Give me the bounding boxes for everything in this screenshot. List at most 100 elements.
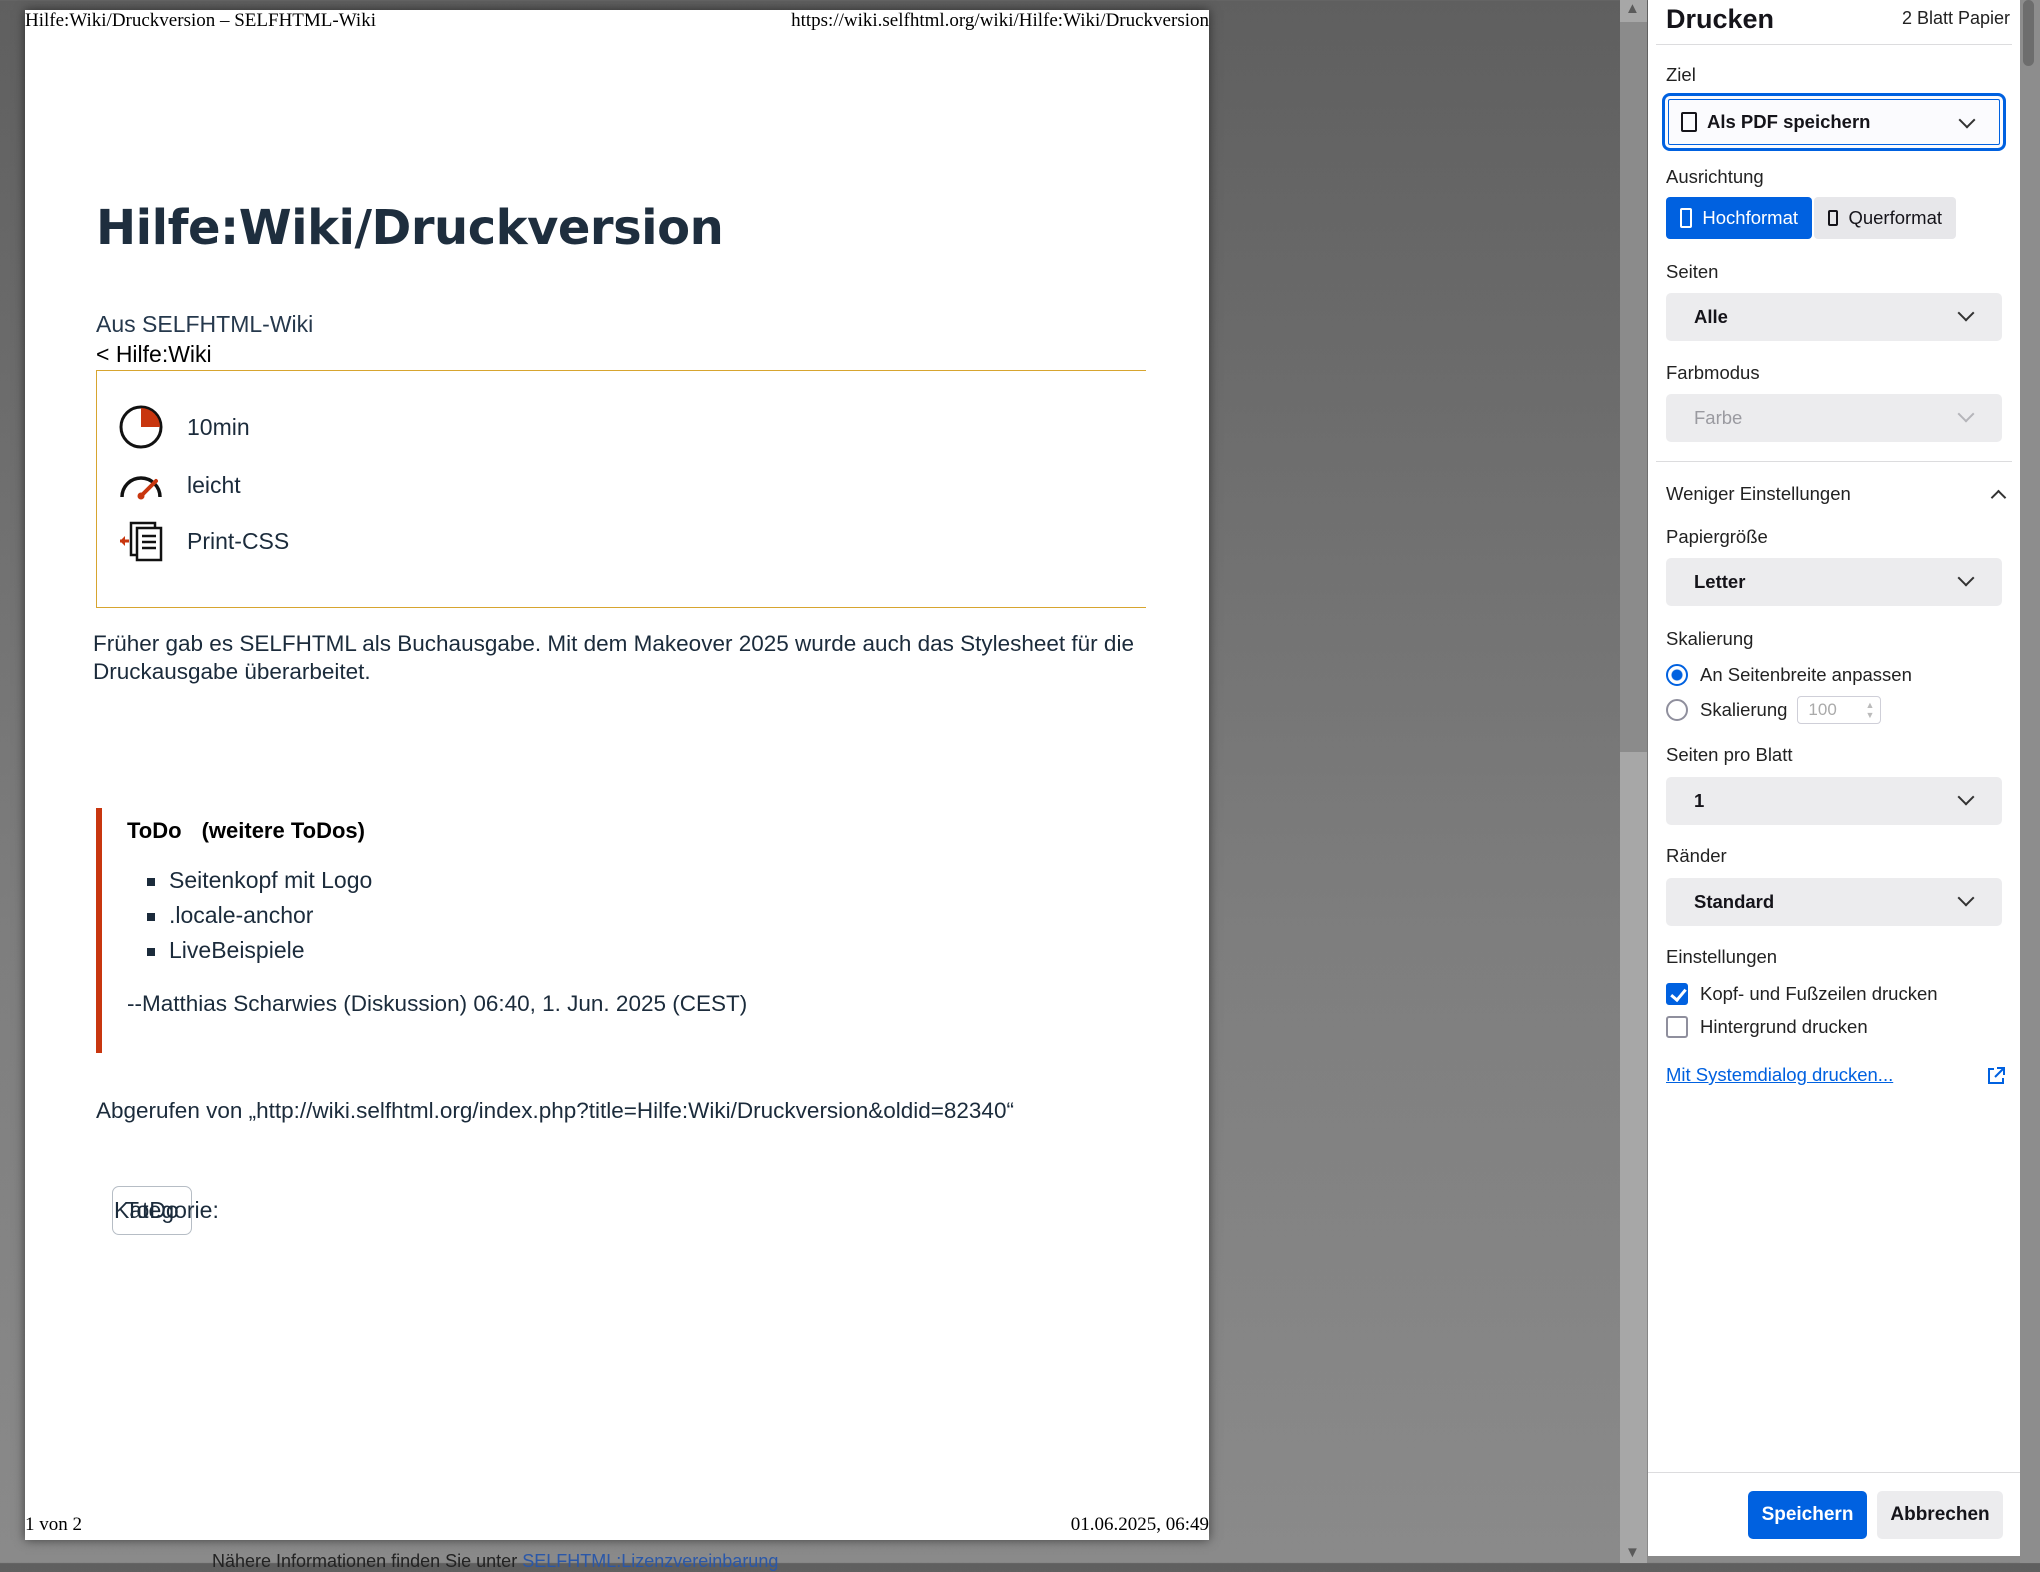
- background-checkbox[interactable]: [1666, 1016, 1688, 1038]
- pages-per-sheet-label: Seiten pro Blatt: [1666, 744, 1793, 765]
- orientation-label: Ausrichtung: [1666, 166, 1764, 187]
- margins-select[interactable]: Standard: [1666, 878, 2002, 926]
- landscape-page-icon: [1828, 210, 1839, 226]
- chevron-down-icon: [1958, 111, 1976, 129]
- scale-custom-label: Skalierung: [1700, 699, 1788, 720]
- dialog-footer: Speichern Abbrechen: [1648, 1472, 2020, 1553]
- category-bar: Kategorie: ToDo: [96, 1186, 219, 1235]
- next-page-peek-text: Nähere Informationen finden Sie unter: [212, 1551, 518, 1571]
- pages-select[interactable]: Alle: [1666, 293, 2002, 341]
- destination-label: Ziel: [1666, 64, 1696, 85]
- todo-box: ToDo (weitere ToDos) Seitenkopf mit Logo …: [96, 808, 1162, 1053]
- system-dialog-link[interactable]: Mit Systemdialog drucken...: [1666, 1064, 1893, 1086]
- options-label: Einstellungen: [1666, 946, 1778, 967]
- chevron-up-icon[interactable]: [1990, 489, 2007, 506]
- page-header-url: https://wiki.selfhtml.org/wiki/Hilfe:Wik…: [791, 10, 1209, 31]
- background-label: Hintergrund drucken: [1700, 1016, 1868, 1037]
- paper-size-select[interactable]: Letter: [1666, 558, 2002, 606]
- todo-list: Seitenkopf mit Logo .locale-anchor LiveB…: [147, 863, 372, 968]
- info-difficulty-text: leicht: [187, 471, 241, 498]
- page-timestamp: 01.06.2025, 06:49: [1070, 1514, 1209, 1535]
- orientation-toggle: Hochformat Querformat: [1666, 197, 1956, 239]
- list-item: Seitenkopf mit Logo: [147, 863, 372, 898]
- divider: [1656, 461, 2012, 462]
- scroll-down-icon[interactable]: ▼: [1625, 1544, 1640, 1561]
- color-mode-label: Farbmodus: [1666, 362, 1760, 383]
- margins-label: Ränder: [1666, 845, 1727, 866]
- margins-value: Standard: [1694, 891, 1775, 912]
- stepper-icon: ▲ ▼: [1865, 700, 1875, 720]
- info-topic: Print-CSS: [117, 517, 289, 565]
- headers-footers-label: Kopf- und Fußzeilen drucken: [1700, 983, 1938, 1004]
- pages-value: Alle: [1694, 306, 1728, 327]
- chevron-down-icon: [1957, 569, 1975, 587]
- portrait-label: Hochformat: [1702, 207, 1798, 228]
- print-dialog: Drucken 2 Blatt Papier Ziel Als PDF spei…: [1648, 0, 2020, 1556]
- scroll-up-icon[interactable]: ▲: [1625, 0, 1640, 17]
- external-link-icon[interactable]: [1986, 1066, 2006, 1086]
- save-button[interactable]: Speichern: [1748, 1491, 1867, 1539]
- pages-label: Seiten: [1666, 261, 1719, 282]
- clock-pie-icon: [117, 403, 165, 451]
- next-page-peek-link: SELFHTML:Lizenzvereinbarung: [522, 1551, 779, 1571]
- destination-value: Als PDF speichern: [1707, 111, 1871, 132]
- info-box: 10min leicht Print-CSS: [96, 370, 1146, 608]
- breadcrumb: < Hilfe:Wiki: [96, 341, 212, 367]
- landscape-button[interactable]: Querformat: [1814, 197, 1956, 239]
- page-counter: 1 von 2: [25, 1514, 82, 1535]
- color-mode-value: Farbe: [1694, 407, 1743, 428]
- less-settings-toggle[interactable]: Weniger Einstellungen: [1666, 483, 1851, 505]
- paper-size-value: Letter: [1694, 571, 1746, 592]
- scrollbar-thumb[interactable]: [2023, 0, 2034, 66]
- list-item: .locale-anchor: [147, 898, 372, 933]
- todo-signature: --Matthias Scharwies (Diskussion) 06:40,…: [127, 991, 748, 1016]
- dialog-title: Drucken: [1666, 4, 1775, 34]
- sheet-count: 2 Blatt Papier: [1901, 8, 2010, 28]
- color-mode-select: Farbe: [1666, 394, 2002, 442]
- scale-input: 100 ▲ ▼: [1797, 696, 1882, 724]
- preview-scrollbar[interactable]: ▲ ▼: [1620, 0, 1647, 1563]
- speedometer-icon: [117, 461, 165, 509]
- portrait-button[interactable]: Hochformat: [1666, 197, 1812, 239]
- scale-fit-radio[interactable]: [1666, 664, 1688, 686]
- divider: [1656, 44, 2012, 45]
- print-document-icon: [117, 517, 165, 565]
- headers-footers-checkbox[interactable]: [1666, 983, 1688, 1005]
- info-duration-text: 10min: [187, 413, 250, 440]
- info-topic-text: Print-CSS: [187, 527, 290, 554]
- page-footer: 1 von 2 01.06.2025, 06:49: [25, 1510, 1209, 1540]
- intro-paragraph: Früher gab es SELFHTML als Buchausgabe. …: [93, 631, 1134, 684]
- page-header-title: Hilfe:Wiki/Druckversion – SELFHTML-Wiki: [25, 10, 376, 31]
- chevron-down-icon: [1957, 889, 1975, 907]
- cancel-button[interactable]: Abbrechen: [1877, 1491, 2003, 1539]
- scale-custom-option[interactable]: Skalierung 100 ▲ ▼: [1666, 696, 1882, 724]
- retrieved-from: Abgerufen von „http://wiki.selfhtml.org/…: [96, 1098, 1014, 1123]
- dialog-scrollbar[interactable]: [2020, 0, 2040, 1563]
- pages-per-sheet-value: 1: [1694, 790, 1705, 811]
- destination-select[interactable]: Als PDF speichern: [1662, 93, 2006, 151]
- article-title: Hilfe:Wiki/Druckversion: [96, 200, 724, 256]
- chevron-down-icon: [1957, 788, 1975, 806]
- info-difficulty: leicht: [117, 461, 241, 509]
- page-header: Hilfe:Wiki/Druckversion – SELFHTML-Wiki …: [25, 10, 1209, 40]
- headers-footers-option[interactable]: Kopf- und Fußzeilen drucken: [1666, 983, 1938, 1005]
- pages-per-sheet-select[interactable]: 1: [1666, 777, 2002, 825]
- scale-input-value: 100: [1808, 700, 1837, 719]
- landscape-label: Querformat: [1848, 207, 1942, 228]
- chevron-down-icon: [1957, 405, 1975, 423]
- scaling-label: Skalierung: [1666, 628, 1754, 649]
- info-duration: 10min: [117, 403, 250, 451]
- scale-custom-radio[interactable]: [1666, 699, 1688, 721]
- background-option[interactable]: Hintergrund drucken: [1666, 1016, 1868, 1038]
- portrait-page-icon: [1680, 208, 1693, 228]
- scrollbar-thumb[interactable]: [1620, 22, 1647, 752]
- next-page-peek: Nähere Informationen finden Sie unter SE…: [212, 1551, 778, 1572]
- paper-size-label: Papiergröße: [1666, 526, 1768, 547]
- document-icon: [1681, 112, 1697, 132]
- todo-more-link[interactable]: (weitere ToDos): [202, 818, 365, 843]
- category-label: Kategorie:: [114, 1197, 219, 1223]
- print-preview-page: Hilfe:Wiki/Druckversion – SELFHTML-Wiki …: [25, 10, 1209, 1540]
- scale-fit-option[interactable]: An Seitenbreite anpassen: [1666, 664, 1912, 686]
- todo-heading-text: ToDo: [127, 818, 182, 843]
- article-source: Aus SELFHTML-Wiki: [96, 311, 314, 337]
